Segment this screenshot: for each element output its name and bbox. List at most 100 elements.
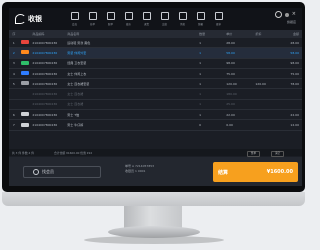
toolbar-button-4[interactable]: 退货 [139, 10, 154, 28]
toolbar-button-5[interactable]: 交班 [157, 10, 172, 28]
cell-price: 22.00 [226, 112, 235, 117]
message-icon [178, 12, 187, 20]
table-row[interactable]: 2104007800236 女士 连衣裙 1 25.00 [9, 100, 302, 111]
cell-amt: 22.00 [290, 112, 299, 117]
cell-name: 男士 T恤 [67, 112, 80, 117]
swatch-chip [20, 60, 29, 65]
retrieve-icon [106, 12, 115, 20]
cell-amt: 12.00 [290, 123, 299, 128]
cell-no: 4 [12, 71, 15, 76]
color-swatch [19, 122, 31, 128]
cell-qty: 1 [199, 112, 202, 117]
window-controls: × [274, 11, 296, 18]
user-avatar[interactable] [284, 12, 289, 17]
app-logo: 收银 [15, 13, 42, 25]
cashier-id: 收银员 1 0001 [125, 169, 146, 173]
cell-qty: 1 [199, 92, 202, 97]
monitor-stand-neck [124, 206, 182, 228]
table-row[interactable]: 1 2104007800236 运动鞋 男款 黑色 1 28.00 28.00 [9, 38, 302, 49]
toolbar-button-7[interactable]: 钱箱 [193, 10, 208, 28]
column-header: 商品名称 [67, 32, 80, 36]
cell-no: 7 [12, 123, 15, 128]
cell-name: 男装 休闲外套 [67, 50, 87, 55]
table-row[interactable]: 4 2104007800236 女士 休闲上衣 1 75.00 75.00 [9, 69, 302, 80]
cell-amt: 28.00 [290, 40, 299, 45]
toolbar-label: 交班 [161, 23, 167, 26]
more-icon [214, 12, 223, 20]
toolbar-button-2[interactable]: 取单 [103, 10, 118, 28]
toolbar-button-6[interactable]: 消息 [175, 10, 190, 28]
color-swatch [19, 81, 31, 86]
summary-bar: 共 3 件 件数 4 件 合计金额 ¥1600.00 优惠 ¥22 整单 清空 [9, 149, 302, 157]
top-bar: 收银 会员 挂单 取单 改价 退货 交班 消息 钱箱 更多 × 旗舰店 [9, 8, 302, 30]
color-swatch [19, 40, 31, 45]
cell-name: 女士 连衣裙套装 [67, 81, 90, 86]
find-member-button[interactable]: 找会员 [23, 166, 101, 178]
swatch-chip [20, 71, 29, 76]
hold-icon [88, 12, 97, 20]
checkout-button[interactable]: 结算 ¥1600.00 [213, 162, 298, 182]
cell-qty: 0 [199, 123, 202, 128]
cell-no: 2 [12, 50, 15, 55]
toolbar-label: 会员 [71, 23, 77, 26]
settings-icon[interactable] [274, 11, 282, 18]
toolbar: 会员 挂单 取单 改价 退货 交班 消息 钱箱 更多 [67, 10, 226, 28]
swatch-chip [20, 112, 29, 117]
column-header: 商品编码 [32, 32, 45, 36]
cell-price: 98.00 [226, 61, 235, 66]
cell-code: 2104007800236 [32, 71, 58, 76]
cell-code: 2104007800236 [32, 102, 58, 107]
return-icon [142, 12, 151, 20]
cell-code: 2104007800236 [32, 123, 58, 128]
cell-price: 58.00 [226, 50, 235, 55]
table-row[interactable]: 2104007800236 女士 连衣裙 1 180.00 [9, 89, 302, 100]
column-header: 折扣 [255, 32, 262, 36]
cell-code: 2104007800236 [32, 61, 58, 66]
clear-button[interactable]: 清空 [271, 150, 285, 157]
cell-no: 5 [12, 81, 15, 86]
toolbar-label: 钱箱 [197, 23, 203, 26]
cell-qty: 1 [199, 61, 202, 66]
cart-table: 序 商品编码 商品名称 数量 单价 折扣 金额 1 2104007800236 运动鞋 男款 黑… [9, 30, 302, 131]
toolbar-label: 取单 [107, 23, 113, 26]
swatch-chip [20, 50, 29, 55]
toolbar-button-1[interactable]: 挂单 [85, 10, 100, 28]
summary-count: 共 3 件 件数 4 件 [12, 150, 34, 155]
column-header: 序 [12, 32, 16, 36]
cell-amt: 58.00 [290, 50, 299, 55]
toolbar-label: 消息 [179, 23, 185, 26]
toolbar-label: 挂单 [89, 23, 95, 26]
table-row[interactable]: 7 2104007800236 男士 牛仔裤 0 0.00 12.00 [9, 120, 302, 131]
table-row[interactable]: 6 2104007800236 男士 T恤 1 22.00 22.00 [9, 110, 302, 121]
cell-amt: 75.00 [290, 71, 299, 76]
whole-order-button[interactable]: 整单 [247, 150, 261, 157]
table-row[interactable]: 5 2104007800236 女士 连衣裙套装 1 120.00 120.00 78.00 [9, 79, 302, 90]
cell-code: 2104007800236 [32, 81, 58, 86]
close-icon[interactable]: × [292, 12, 296, 17]
swatch-chip [20, 40, 29, 45]
table-row[interactable]: 3 2104007800236 经典 卫衣套装 1 98.00 98.00 [9, 59, 302, 69]
toolbar-button-8[interactable]: 更多 [211, 10, 226, 28]
color-swatch [19, 112, 31, 117]
cashbox-icon [196, 12, 205, 20]
logo-icon [15, 14, 26, 24]
cell-price: 180.00 [226, 92, 237, 97]
column-header: 单价 [226, 32, 233, 36]
cell-name: 运动鞋 男款 黑色 [67, 40, 91, 45]
monitor-chin [2, 192, 305, 206]
toolbar-button-0[interactable]: 会员 [67, 10, 82, 28]
toolbar-button-3[interactable]: 改价 [121, 10, 136, 28]
price-icon [124, 12, 133, 20]
table-header: 序 商品编码 商品名称 数量 单价 折扣 金额 [9, 30, 302, 38]
cell-disc: 120.00 [255, 81, 266, 86]
shift-icon [160, 12, 169, 20]
cell-price: 28.00 [226, 40, 235, 45]
cell-code: 2104007800236 [32, 50, 58, 55]
pos-screen: 收银 会员 挂单 取单 改价 退货 交班 消息 钱箱 更多 × 旗舰店 序商品编码 商品名称 数量单… [9, 8, 302, 186]
summary-total: 合计金额 ¥1600.00 优惠 ¥22 [54, 150, 93, 155]
table-row[interactable]: 2 2104007800236 男装 休闲外套 1 58.00 58.00 [9, 48, 302, 59]
cell-name: 男士 牛仔裤 [67, 123, 84, 128]
find-member-label: 找会员 [42, 169, 54, 174]
order-info: 单号 A 7214057853 收银员 1 0001 [125, 164, 154, 174]
bottom-panel: 找会员 单号 A 7214057853 收银员 1 0001 结算 ¥1600.… [9, 157, 302, 186]
